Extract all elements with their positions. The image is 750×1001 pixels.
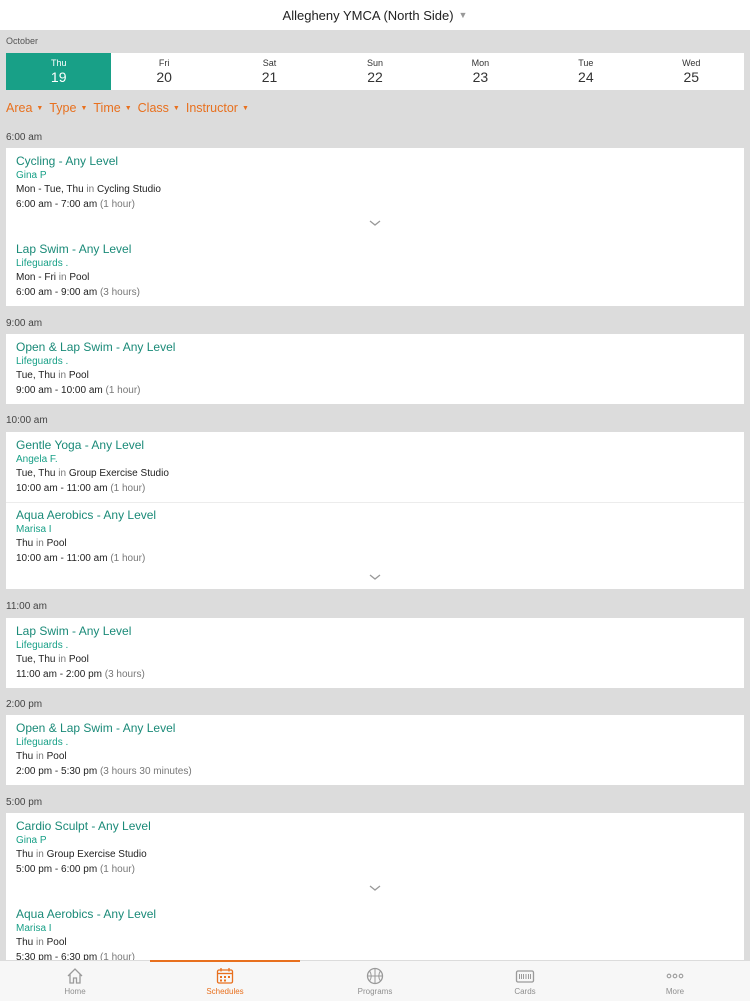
- class-time: 5:00 pm - 6:00 pm (1 hour): [16, 864, 135, 875]
- chevron-down-icon[interactable]: [368, 572, 382, 582]
- class-title: Open & Lap Swim - Any Level: [16, 721, 176, 735]
- class-location: Thu in Pool: [16, 751, 67, 762]
- class-item[interactable]: Cycling - Any Level Gina P Mon - Tue, Th…: [16, 154, 161, 212]
- class-group-card: Gentle Yoga - Any Level Angela F. Tue, T…: [6, 432, 744, 589]
- class-location: Tue, Thu in Pool: [16, 654, 89, 665]
- month-label: October: [6, 36, 39, 46]
- class-location: Mon - Fri in Pool: [16, 272, 90, 283]
- filter-class[interactable]: Class ▼: [138, 101, 180, 115]
- class-item[interactable]: Cardio Sculpt - Any Level Gina P Thu in …: [16, 819, 151, 877]
- class-location: Thu in Group Exercise Studio: [16, 849, 147, 860]
- more-icon: [666, 973, 684, 978]
- filter-type[interactable]: Type ▼: [49, 101, 87, 115]
- chevron-down-icon[interactable]: [368, 883, 382, 893]
- caret-down-icon: ▼: [241, 104, 249, 112]
- calendar-icon: [216, 967, 234, 984]
- class-item[interactable]: Lap Swim - Any Level Lifeguards . Mon - …: [16, 242, 140, 300]
- card-icon: [515, 969, 535, 983]
- class-instructor: Lifeguards .: [16, 640, 69, 651]
- time-header: 6:00 am: [6, 132, 43, 143]
- class-instructor: Lifeguards .: [16, 258, 69, 269]
- tab-home[interactable]: Home: [0, 961, 150, 1001]
- class-time: 10:00 am - 11:00 am (1 hour): [16, 553, 146, 564]
- class-instructor: Angela F.: [16, 454, 58, 465]
- class-title: Cycling - Any Level: [16, 154, 119, 168]
- class-group-card: Open & Lap Swim - Any Level Lifeguards .…: [6, 334, 744, 404]
- class-title: Cardio Sculpt - Any Level: [16, 819, 151, 833]
- chevron-down-icon[interactable]: [368, 218, 382, 228]
- class-title: Lap Swim - Any Level: [16, 242, 132, 256]
- class-group-card: Cardio Sculpt - Any Level Gina P Thu in …: [6, 813, 744, 960]
- class-location: Tue, Thu in Group Exercise Studio: [16, 468, 169, 479]
- location-selector[interactable]: Allegheny YMCA (North Side) ▼: [0, 0, 750, 30]
- class-title: Aqua Aerobics - Any Level: [16, 907, 157, 921]
- day-tue[interactable]: Tue 24: [533, 53, 638, 90]
- class-group-card: Cycling - Any Level Gina P Mon - Tue, Th…: [6, 148, 744, 306]
- caret-down-icon: ▼: [458, 10, 468, 20]
- class-time: 5:30 pm - 6:30 pm (1 hour): [16, 952, 135, 960]
- class-location: Thu in Pool: [16, 937, 67, 948]
- class-location: Tue, Thu in Pool: [16, 370, 89, 381]
- class-item[interactable]: Gentle Yoga - Any Level Angela F. Tue, T…: [16, 438, 169, 496]
- class-title: Lap Swim - Any Level: [16, 624, 132, 638]
- class-instructor: Lifeguards .: [16, 737, 69, 748]
- home-icon: [67, 967, 83, 984]
- caret-down-icon: ▼: [172, 104, 180, 112]
- class-title: Open & Lap Swim - Any Level: [16, 340, 176, 354]
- caret-down-icon: ▼: [36, 104, 44, 112]
- filter-bar: Area ▼ Type ▼ Time ▼ Class ▼ Instructor ▼: [6, 101, 249, 115]
- filter-time[interactable]: Time ▼: [93, 101, 131, 115]
- class-item[interactable]: Lap Swim - Any Level Lifeguards . Tue, T…: [16, 624, 145, 682]
- caret-down-icon: ▼: [80, 104, 88, 112]
- tab-schedules[interactable]: Schedules: [150, 960, 300, 1001]
- class-item[interactable]: Aqua Aerobics - Any Level Marisa I Thu i…: [16, 907, 156, 960]
- time-header: 10:00 am: [6, 415, 48, 426]
- class-time: 6:00 am - 7:00 am (1 hour): [16, 199, 135, 210]
- caret-down-icon: ▼: [124, 104, 132, 112]
- class-location: Thu in Pool: [16, 538, 67, 549]
- tab-more[interactable]: More: [600, 961, 750, 1001]
- class-location: Mon - Tue, Thu in Cycling Studio: [16, 184, 161, 195]
- day-strip: Thu 19 Fri 20 Sat 21 Sun 22 Mon 23 Tue 24 Wed 2…: [6, 53, 744, 90]
- class-instructor: Gina P: [16, 835, 47, 846]
- class-instructor: Gina P: [16, 170, 47, 181]
- class-instructor: Marisa I: [16, 524, 52, 535]
- filter-instructor[interactable]: Instructor ▼: [186, 101, 249, 115]
- time-header: 9:00 am: [6, 318, 43, 329]
- class-time: 6:00 am - 9:00 am (3 hours): [16, 287, 140, 298]
- tab-programs[interactable]: Programs: [300, 961, 450, 1001]
- tab-bar: Home Schedules Programs Cards More: [0, 960, 750, 1001]
- location-title: Allegheny YMCA (North Side): [282, 7, 454, 23]
- tab-cards[interactable]: Cards: [450, 961, 600, 1001]
- class-title: Aqua Aerobics - Any Level: [16, 508, 157, 522]
- basketball-icon: [366, 967, 384, 984]
- class-title: Gentle Yoga - Any Level: [16, 438, 145, 452]
- time-header: 5:00 pm: [6, 797, 43, 808]
- class-item[interactable]: Open & Lap Swim - Any Level Lifeguards .…: [16, 340, 175, 398]
- class-group-card: Lap Swim - Any Level Lifeguards . Tue, T…: [6, 618, 744, 688]
- class-time: 2:00 pm - 5:30 pm (3 hours 30 minutes): [16, 766, 192, 777]
- day-mon[interactable]: Mon 23: [428, 53, 533, 90]
- day-sun[interactable]: Sun 22: [322, 53, 427, 90]
- class-group-card: Open & Lap Swim - Any Level Lifeguards .…: [6, 715, 744, 785]
- day-thu[interactable]: Thu 19: [6, 53, 112, 90]
- class-item[interactable]: Aqua Aerobics - Any Level Marisa I Thu i…: [16, 508, 156, 566]
- class-time: 11:00 am - 2:00 pm (3 hours): [16, 669, 145, 680]
- time-header: 2:00 pm: [6, 699, 43, 710]
- day-wed[interactable]: Wed 25: [639, 53, 744, 90]
- filter-area[interactable]: Area ▼: [6, 101, 43, 115]
- class-time: 10:00 am - 11:00 am (1 hour): [16, 483, 146, 494]
- time-header: 11:00 am: [6, 601, 47, 612]
- class-instructor: Lifeguards .: [16, 356, 69, 367]
- day-fri[interactable]: Fri 20: [111, 53, 216, 90]
- class-instructor: Marisa I: [16, 923, 52, 934]
- class-time: 9:00 am - 10:00 am (1 hour): [16, 385, 141, 396]
- divider: [6, 502, 744, 503]
- class-item[interactable]: Open & Lap Swim - Any Level Lifeguards .…: [16, 721, 192, 779]
- day-sat[interactable]: Sat 21: [217, 53, 322, 90]
